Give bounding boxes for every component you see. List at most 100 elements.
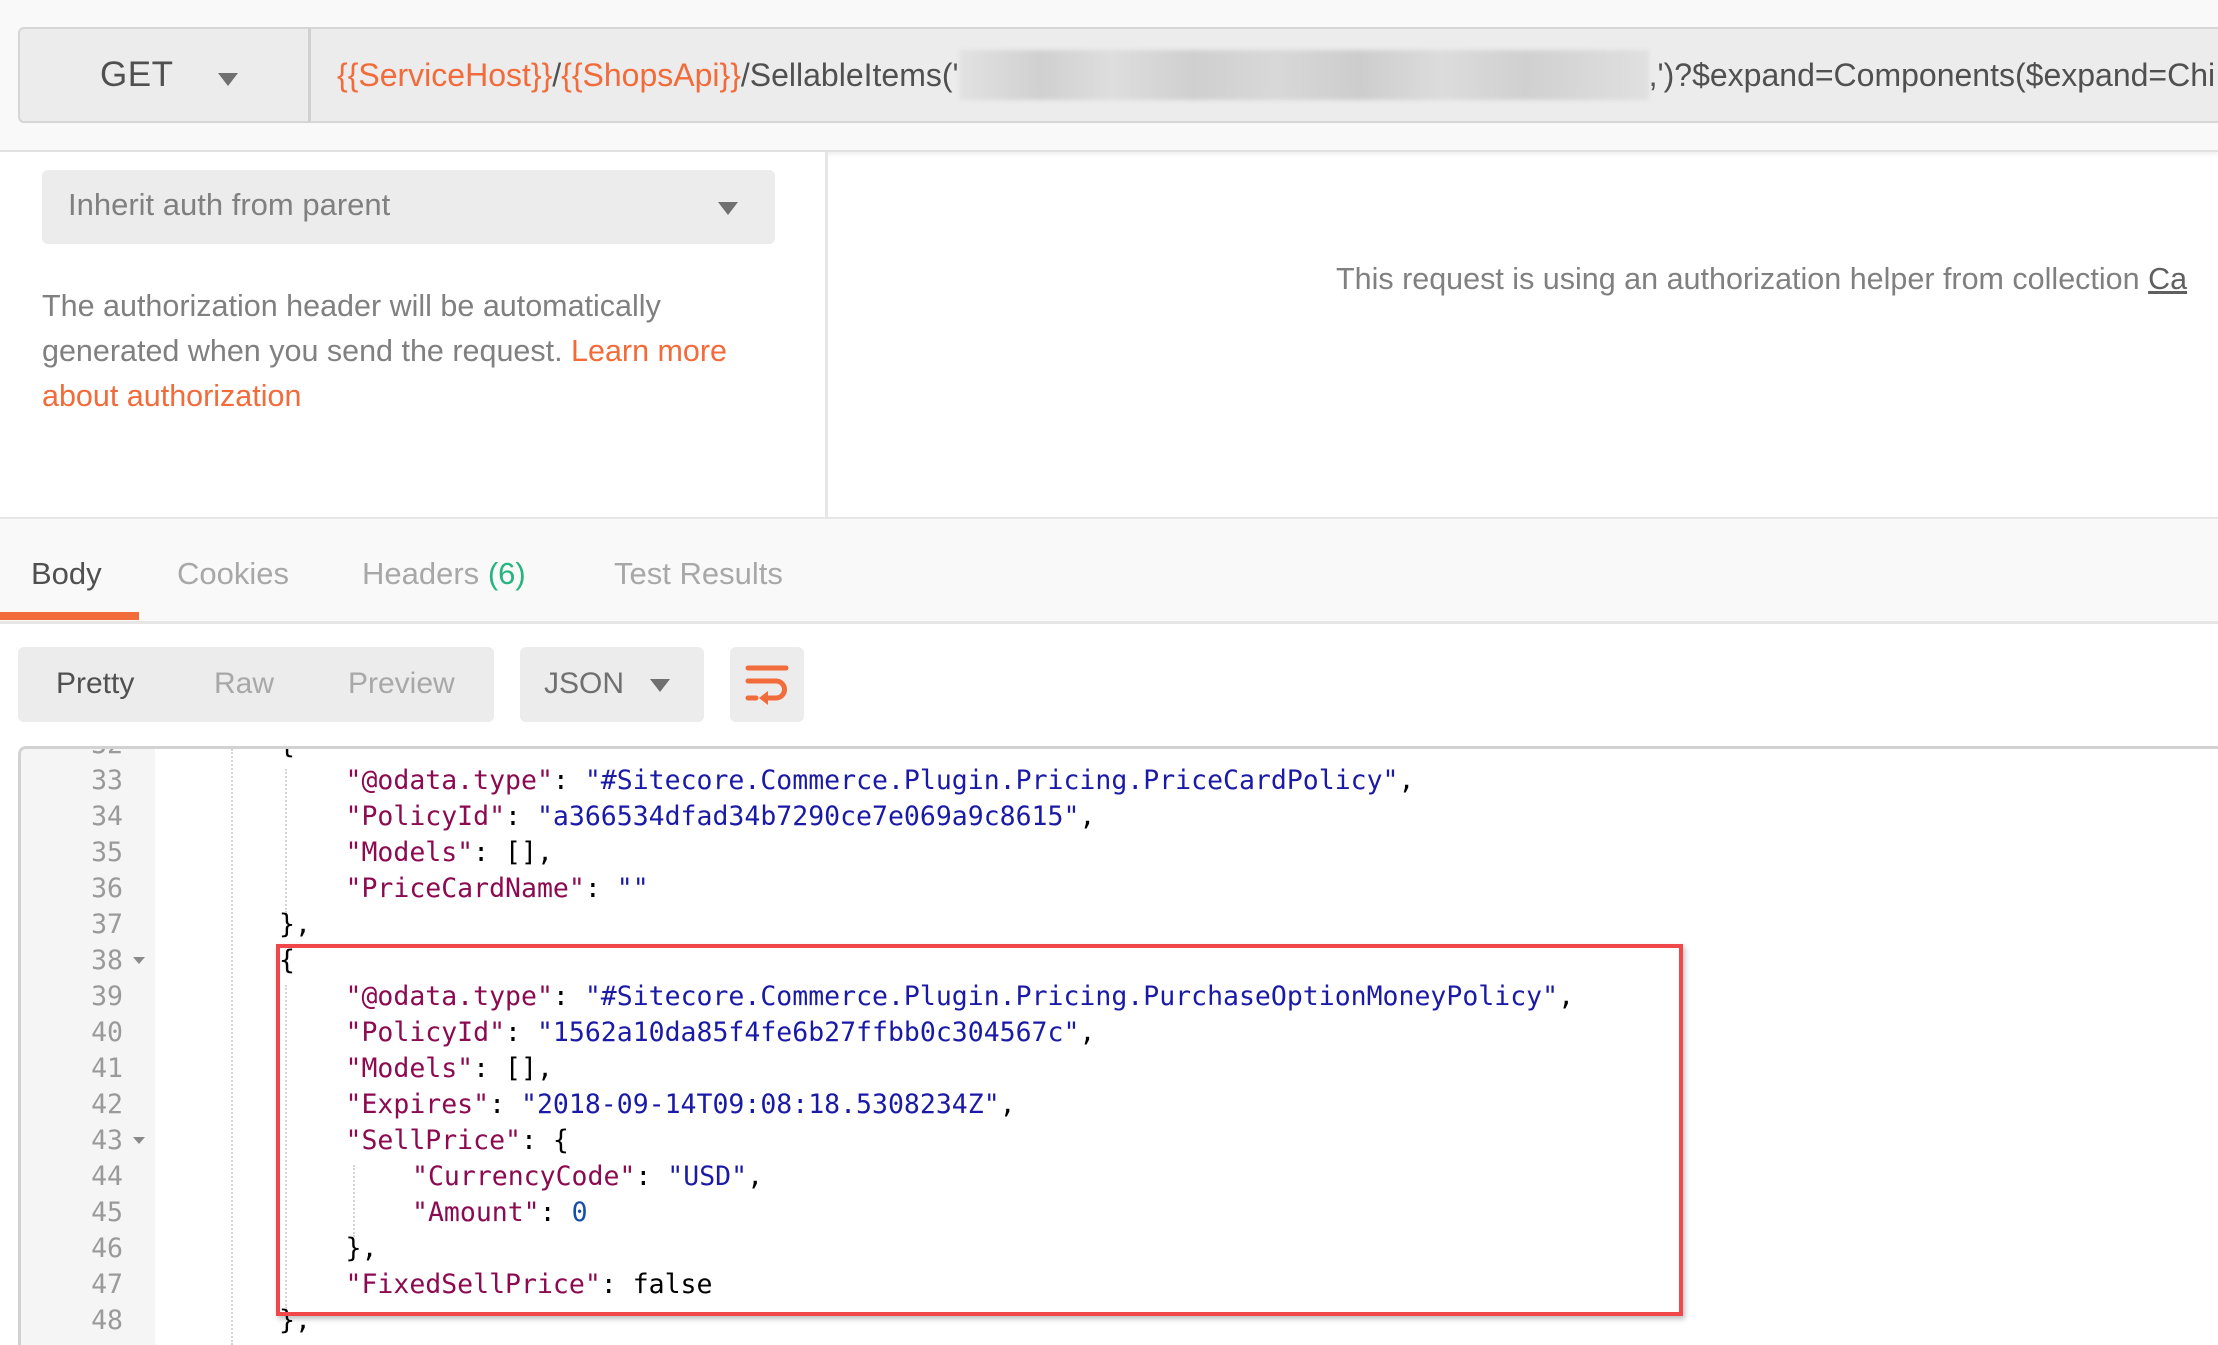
json-punctuation: }, bbox=[279, 909, 311, 940]
tab-cookies[interactable]: Cookies bbox=[177, 556, 289, 592]
tab-test-results[interactable]: Test Results bbox=[614, 556, 783, 592]
code-line: 41 "Models": [], bbox=[21, 1051, 2218, 1087]
json-punctuation: : bbox=[584, 873, 617, 904]
url-input[interactable]: {{ServiceHost}}/{{ShopsApi}}/SellableIte… bbox=[308, 27, 2218, 123]
code-text: "Amount": 0 bbox=[412, 1195, 588, 1231]
request-bar: GET {{ServiceHost}}/{{ShopsApi}}/Sellabl… bbox=[0, 0, 2218, 152]
panel-divider[interactable] bbox=[825, 152, 828, 517]
method-select[interactable]: GET bbox=[18, 27, 308, 123]
code-line: 39 "@odata.type": "#Sitecore.Commerce.Plu… bbox=[21, 979, 2218, 1015]
code-line: 43 "SellPrice": { bbox=[21, 1123, 2218, 1159]
code-text: "@odata.type": "#Sitecore.Commerce.Plugi… bbox=[346, 763, 1415, 799]
line-number: 44 bbox=[91, 1161, 123, 1192]
json-key: "Models" bbox=[345, 1053, 474, 1084]
code-line: 37}, bbox=[21, 907, 2218, 943]
code-text: "Models": [], bbox=[346, 1051, 553, 1087]
code-text: "PriceCardName": "" bbox=[346, 871, 649, 907]
indent-guide bbox=[285, 769, 287, 913]
json-key: "PolicyId" bbox=[345, 1017, 506, 1048]
tab-headers[interactable]: Headers (6) bbox=[362, 556, 526, 592]
tab-test-results-label: Test Results bbox=[614, 556, 783, 591]
tab-headers-label: Headers bbox=[362, 556, 480, 591]
json-punctuation: , bbox=[1398, 765, 1415, 796]
json-punctuation: , bbox=[1079, 1017, 1096, 1048]
view-preview-button[interactable]: Preview bbox=[348, 667, 455, 701]
json-punctuation: , bbox=[1558, 981, 1575, 1012]
json-key: "CurrencyCode" bbox=[412, 1161, 636, 1192]
json-punctuation: : bbox=[539, 1197, 572, 1228]
format-label: JSON bbox=[544, 667, 625, 700]
line-number: 46 bbox=[91, 1233, 123, 1264]
json-punctuation: : [], bbox=[473, 1053, 553, 1084]
code-text: "CurrencyCode": "USD", bbox=[412, 1159, 763, 1195]
json-key: "Models" bbox=[345, 837, 474, 868]
active-tab-indicator bbox=[0, 612, 139, 620]
tab-body[interactable]: Body bbox=[31, 556, 102, 592]
code-line: 47 "FixedSellPrice": false bbox=[21, 1267, 2218, 1303]
json-punctuation: }, bbox=[279, 1305, 311, 1336]
line-number: 41 bbox=[91, 1053, 123, 1084]
json-string: "" bbox=[616, 873, 649, 904]
url-variable-service-host: {{ServiceHost}} bbox=[337, 57, 553, 93]
code-text: { bbox=[279, 943, 295, 979]
line-number: 38 bbox=[91, 945, 123, 976]
json-key: "@odata.type" bbox=[345, 765, 553, 796]
fold-arrow-icon[interactable] bbox=[133, 1137, 145, 1144]
json-punctuation: : [], bbox=[473, 837, 553, 868]
json-key: "SellPrice" bbox=[345, 1125, 522, 1156]
json-punctuation: { bbox=[279, 945, 295, 976]
code-text: "PolicyId": "a366534dfad34b7290ce7e069a9… bbox=[346, 799, 1096, 835]
json-punctuation: { bbox=[279, 749, 295, 760]
code-text: "Models": [], bbox=[346, 835, 553, 871]
wrap-lines-icon bbox=[745, 665, 789, 705]
json-key: "PolicyId" bbox=[345, 801, 506, 832]
format-select[interactable]: JSON bbox=[520, 647, 704, 722]
tab-body-label: Body bbox=[31, 556, 102, 591]
line-number: 42 bbox=[91, 1089, 123, 1120]
code-text: "@odata.type": "#Sitecore.Commerce.Plugi… bbox=[346, 979, 1575, 1015]
view-pretty-button[interactable]: Pretty bbox=[56, 667, 134, 701]
caret-down-icon bbox=[218, 73, 238, 86]
auth-type-panel: Inherit auth from parent The authorizati… bbox=[0, 152, 826, 517]
line-number: 39 bbox=[91, 981, 123, 1012]
json-string: "#Sitecore.Commerce.Plugin.Pricing.Purch… bbox=[584, 981, 1559, 1012]
code-text: }, bbox=[279, 907, 311, 943]
indent-guide bbox=[353, 1165, 355, 1237]
code-lines: 32 {33 "@odata.type": "#Sitecore.Commerce.… bbox=[21, 746, 2218, 1339]
json-string: "2018-09-14T09:08:18.5308234Z" bbox=[521, 1089, 1000, 1120]
wrap-lines-button[interactable] bbox=[730, 647, 804, 722]
collection-link[interactable]: Ca bbox=[2148, 262, 2187, 296]
json-punctuation: , bbox=[747, 1161, 764, 1192]
line-number: 48 bbox=[91, 1305, 123, 1336]
json-string: "a366534dfad34b7290ce7e069a9c8615" bbox=[536, 801, 1080, 832]
line-number: 37 bbox=[91, 909, 123, 940]
method-label: GET bbox=[100, 55, 174, 94]
response-tabs: Body Cookies Headers (6) Test Results bbox=[0, 517, 2218, 624]
code-line: 38 { bbox=[21, 943, 2218, 979]
code-line: 46}, bbox=[21, 1231, 2218, 1267]
fold-arrow-icon[interactable] bbox=[133, 957, 145, 964]
code-text: }, bbox=[279, 1303, 311, 1339]
auth-helper-message: This request is using an authorization h… bbox=[1336, 262, 2187, 297]
auth-description: The authorization header will be automat… bbox=[42, 284, 782, 419]
headers-count-badge: (6) bbox=[487, 556, 526, 591]
line-number: 35 bbox=[91, 837, 123, 868]
json-punctuation: : false bbox=[600, 1269, 713, 1300]
code-line: 48}, bbox=[21, 1303, 2218, 1339]
json-string: "#Sitecore.Commerce.Plugin.Pricing.Price… bbox=[584, 765, 1399, 796]
json-punctuation: , bbox=[999, 1089, 1016, 1120]
json-key: "PriceCardName" bbox=[345, 873, 585, 904]
fold-arrow-icon[interactable] bbox=[133, 746, 145, 748]
line-number: 36 bbox=[91, 873, 123, 904]
auth-type-select[interactable]: Inherit auth from parent bbox=[42, 170, 775, 244]
json-key: "Expires" bbox=[345, 1089, 490, 1120]
caret-down-icon bbox=[718, 202, 738, 215]
auth-helper-text: This request is using an authorization h… bbox=[1336, 262, 2149, 296]
code-line: 32 { bbox=[21, 746, 2218, 763]
line-number: 45 bbox=[91, 1197, 123, 1228]
code-line: 34 "PolicyId": "a366534dfad34b7290ce7e069… bbox=[21, 799, 2218, 835]
view-raw-button[interactable]: Raw bbox=[214, 667, 274, 701]
response-body-editor[interactable]: 32 {33 "@odata.type": "#Sitecore.Commerce.… bbox=[18, 746, 2218, 1345]
tab-cookies-label: Cookies bbox=[177, 556, 289, 591]
json-key: "@odata.type" bbox=[345, 981, 553, 1012]
